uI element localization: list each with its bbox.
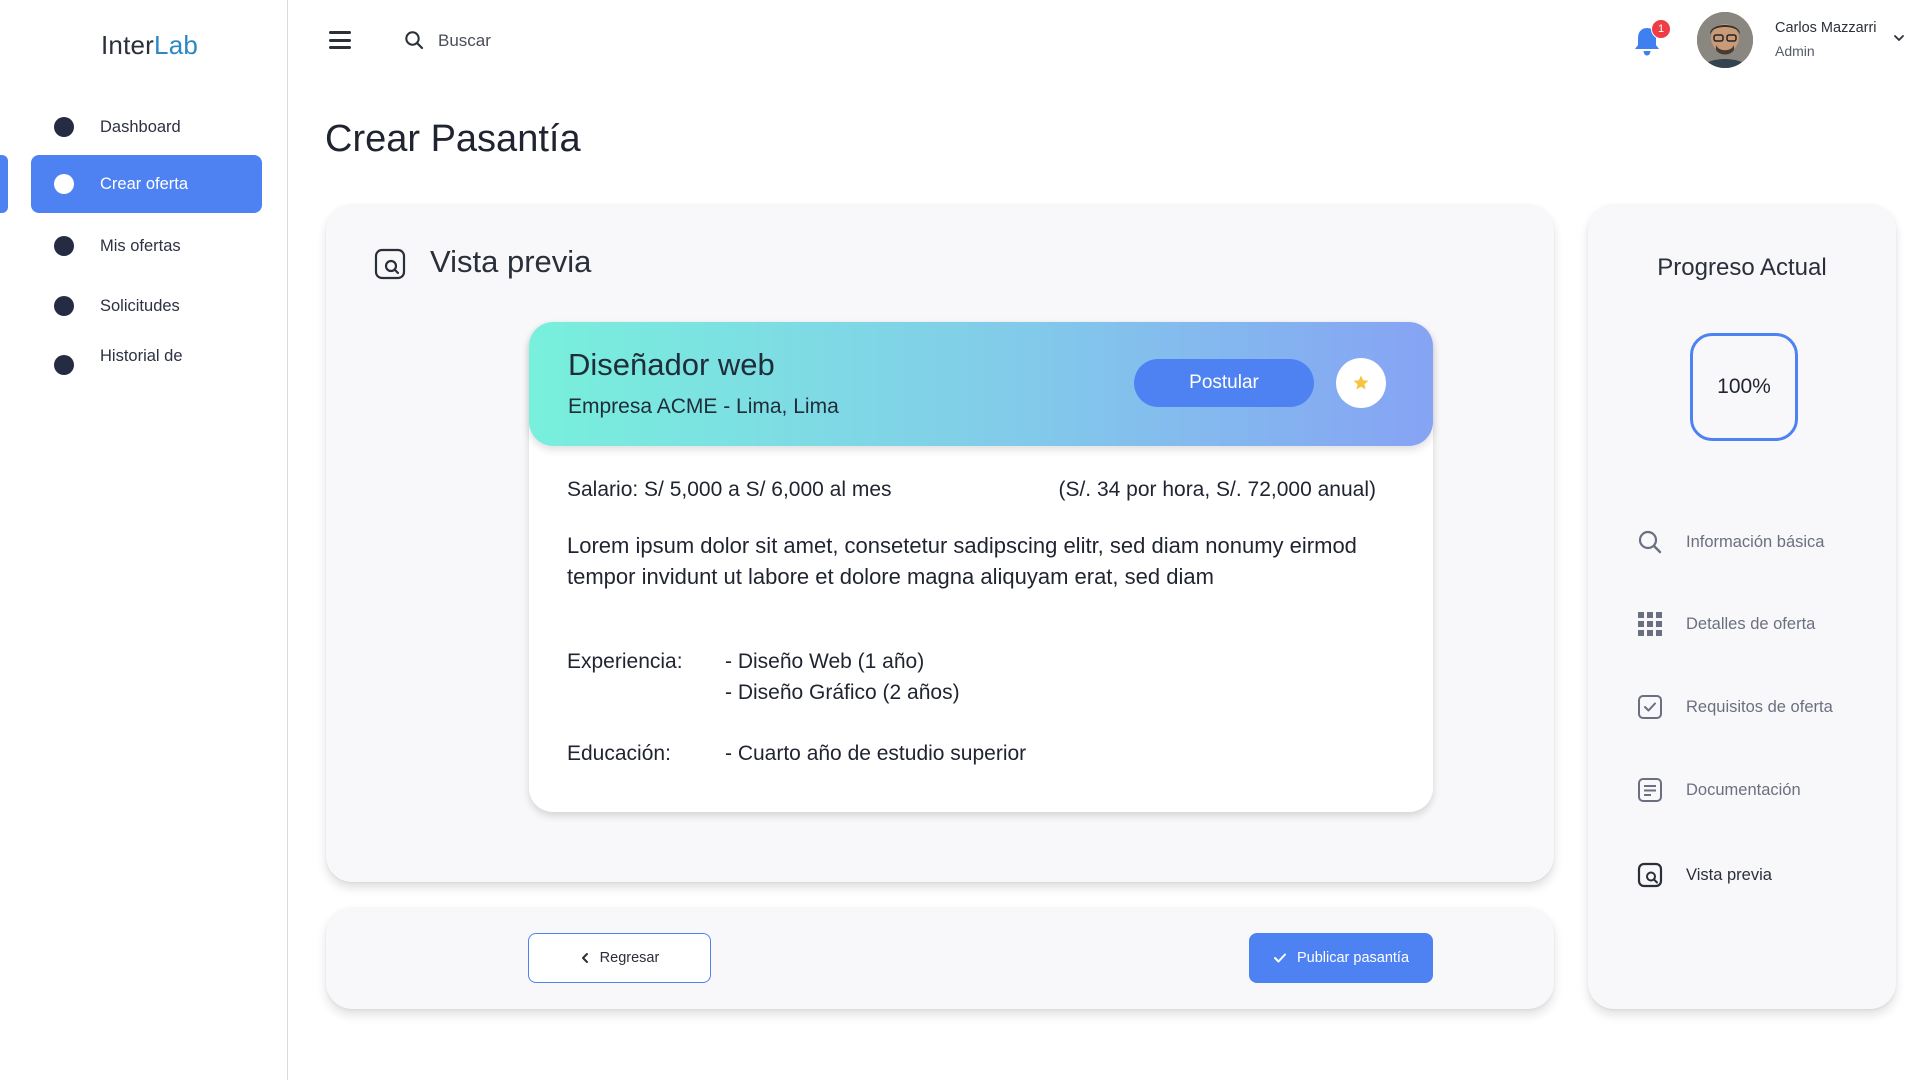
menu-icon[interactable]	[329, 31, 351, 49]
sidebar: InterLab Dashboard Crear oferta Mis ofer…	[0, 0, 288, 1080]
user-avatar-icon	[1697, 12, 1753, 68]
dot-icon	[54, 355, 74, 375]
grid-icon	[1636, 610, 1664, 638]
favorite-button[interactable]	[1336, 358, 1386, 408]
brand-logo[interactable]: InterLab	[101, 30, 198, 61]
job-title: Diseñador web	[568, 347, 775, 382]
page-title: Crear Pasantía	[325, 118, 581, 160]
checkbox-icon	[1636, 693, 1664, 721]
step-requisitos-de-oferta[interactable]: Requisitos de oferta	[1636, 692, 1833, 722]
step-label: Documentación	[1686, 780, 1801, 799]
sidebar-item-label: Mis ofertas	[100, 236, 181, 255]
progress-indicator: 100%	[1690, 333, 1798, 441]
preview-icon	[374, 248, 406, 280]
star-icon	[1353, 375, 1369, 390]
sidebar-item-solicitudes[interactable]: Solicitudes	[31, 277, 262, 335]
dot-icon	[54, 236, 74, 256]
education-value: - Cuarto año de estudio superior	[725, 742, 1027, 765]
user-role: Admin	[1775, 43, 1815, 59]
step-detalles-de-oferta[interactable]: Detalles de oferta	[1636, 609, 1815, 639]
brand-name-part1: Inter	[101, 30, 155, 60]
experience-item: - Diseño Gráfico (2 años)	[725, 681, 960, 704]
sidebar-item-label: Crear oferta	[100, 174, 189, 193]
dot-icon	[54, 117, 74, 137]
preview-icon	[1636, 861, 1664, 889]
step-vista-previa[interactable]: Vista previa	[1636, 860, 1772, 890]
user-name: Carlos Mazzarri	[1775, 20, 1877, 36]
brand-name-part2: Lab	[154, 30, 199, 60]
dot-icon	[54, 296, 74, 316]
dot-icon	[54, 174, 74, 194]
preview-heading: Vista previa	[430, 244, 592, 279]
chevron-left-icon	[581, 953, 588, 963]
step-informacion-basica[interactable]: Información básica	[1636, 527, 1825, 557]
sidebar-item-crear-oferta[interactable]: Crear oferta	[31, 155, 262, 213]
search-icon	[405, 31, 424, 50]
document-icon	[1636, 776, 1664, 804]
notification-badge: 1	[1651, 19, 1671, 39]
education-label: Educación:	[567, 742, 671, 765]
back-button[interactable]: Regresar	[528, 933, 711, 983]
job-company: Empresa ACME - Lima, Lima	[568, 395, 839, 418]
sidebar-item-mis-ofertas[interactable]: Mis ofertas	[31, 217, 262, 275]
sidebar-item-historial[interactable]: Historial de	[31, 333, 262, 391]
salary-extra-text: (S/. 34 por hora, S/. 72,000 anual)	[1058, 478, 1376, 501]
step-label: Requisitos de oferta	[1686, 697, 1833, 716]
sidebar-item-label: Historial de	[100, 347, 183, 365]
sidebar-item-label: Dashboard	[100, 117, 181, 136]
experience-item: - Diseño Web (1 año)	[725, 650, 925, 673]
step-label: Detalles de oferta	[1686, 614, 1816, 633]
check-icon	[1273, 953, 1286, 963]
search-input[interactable]	[438, 26, 738, 56]
step-label: Información básica	[1686, 532, 1825, 551]
publish-button[interactable]: Publicar pasantía	[1249, 933, 1433, 983]
search-icon	[1636, 528, 1664, 556]
apply-button[interactable]: Postular	[1134, 359, 1314, 407]
salary-text: Salario: S/ 5,000 a S/ 6,000 al mes	[567, 478, 892, 501]
step-documentacion[interactable]: Documentación	[1636, 775, 1801, 805]
progress-title: Progreso Actual	[1657, 254, 1827, 281]
back-button-label: Regresar	[599, 950, 660, 966]
publish-button-label: Publicar pasantía	[1296, 950, 1410, 966]
experience-label: Experiencia:	[567, 650, 683, 673]
job-description: Lorem ipsum dolor sit amet, consetetur s…	[567, 533, 1357, 589]
sidebar-item-dashboard[interactable]: Dashboard	[31, 98, 262, 156]
chevron-down-icon[interactable]	[1893, 32, 1905, 44]
avatar[interactable]	[1697, 12, 1753, 68]
step-label: Vista previa	[1686, 865, 1772, 884]
active-nav-marker	[0, 155, 8, 213]
sidebar-item-label: Solicitudes	[100, 296, 180, 315]
